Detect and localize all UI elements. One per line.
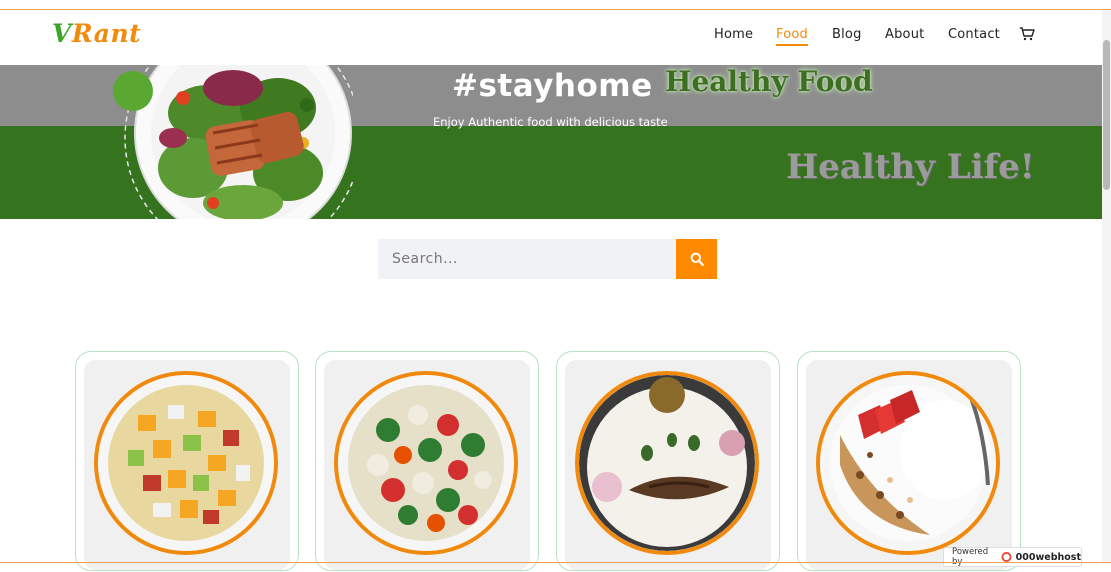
hero-title: #stayhome [452,68,653,104]
scrollbar[interactable] [1102,10,1111,562]
bottom-border [0,562,1111,563]
scrollbar-thumb[interactable] [1103,40,1110,190]
fruit-salad-bowl-icon [94,371,278,555]
page: VRant Home Food Blog About Contact #stay… [0,0,1111,572]
hero-healthy-food: Healthy Food [665,65,873,98]
salmon-salad-plate-image [113,65,353,219]
hero-healthy-life: Healthy Life! [786,147,1035,187]
powered-by-badge[interactable]: Powered by 000webhost [943,547,1082,567]
granola-yogurt-bowl-icon [816,371,1000,555]
food-card-rice-fish[interactable] [556,351,780,571]
nav-home[interactable]: Home [714,27,753,42]
search-input[interactable] [378,239,676,279]
hero-banner: #stayhome Healthy Food Enjoy Authentic f… [0,65,1102,219]
food-card-granola[interactable] [797,351,1021,571]
hero-subtitle: Enjoy Authentic food with delicious tast… [433,115,668,129]
nav-blog[interactable]: Blog [832,27,862,42]
food-card-fruit-salad[interactable] [75,351,299,571]
nav-about[interactable]: About [885,27,924,42]
logo[interactable]: VRant [52,19,141,48]
vegetable-bowl-icon [334,371,518,555]
nav-contact[interactable]: Contact [948,27,1000,42]
rice-fish-plate-icon [575,371,759,555]
search-icon [690,252,704,266]
cart-icon[interactable] [1019,26,1035,42]
food-card-vegetable[interactable] [315,351,539,571]
nav-food[interactable]: Food [776,27,808,46]
search-button[interactable] [676,239,717,279]
navbar: VRant Home Food Blog About Contact [0,10,1102,65]
